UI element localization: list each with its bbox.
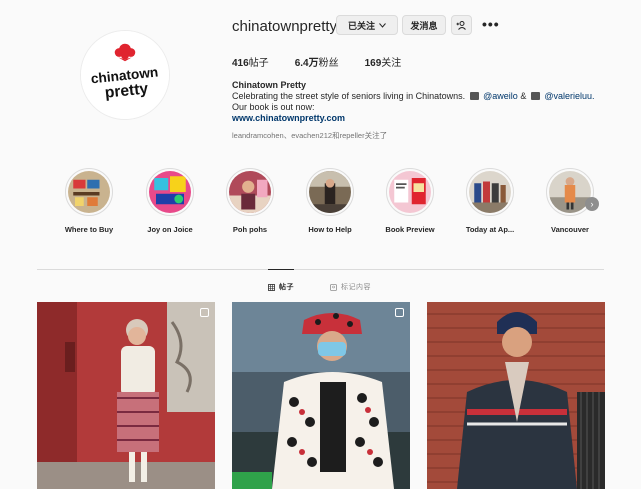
mention-valerieluu[interactable]: @valerieluu.: [544, 91, 594, 101]
post-thumbnail[interactable]: [427, 302, 605, 489]
tab-tagged-label: 标记内容: [341, 284, 371, 291]
tag-icon: [330, 283, 337, 291]
highlight-poh-pohs[interactable]: Poh pohs: [215, 168, 285, 234]
tab-posts-label: 帖子: [279, 284, 294, 291]
tabs-divider: [37, 269, 604, 270]
highlight-label: Where to Buy: [64, 225, 114, 234]
following-count[interactable]: 169关注: [365, 54, 402, 69]
chinatown-pretty-logo: chinatown pretty: [81, 31, 169, 119]
followed-by-text[interactable]: leandramcohen、evachen212和repeller关注了: [232, 130, 387, 141]
post-image-woman-red-wall: [37, 302, 215, 489]
highlight-label: Poh pohs: [232, 225, 268, 234]
followers-count[interactable]: 6.4万粉丝: [295, 54, 339, 69]
posts-count[interactable]: 416帖子: [232, 54, 269, 69]
multiple-images-icon: [395, 308, 404, 317]
highlight-how-to-help[interactable]: How to Help: [295, 168, 365, 234]
highlight-label: Vancouver: [551, 225, 589, 234]
highlight-book-preview[interactable]: Book Preview: [375, 168, 445, 234]
gallery-thumbnail-icon: [469, 171, 511, 213]
multiple-images-icon: [200, 308, 209, 317]
highlight-today-at-ap[interactable]: Today at Ap...: [455, 168, 525, 234]
street-thumbnail-icon: [309, 171, 351, 213]
book-thumbnail-icon: [389, 171, 431, 213]
profile-stats: 416帖子 6.4万粉丝 169关注: [232, 54, 401, 69]
chevron-down-icon: [379, 22, 386, 28]
memo-emoji-icon: [530, 92, 540, 100]
profile-display-name: Chinatown Pretty: [232, 80, 307, 90]
bio-description: Celebrating the street style of seniors …: [232, 91, 595, 101]
add-user-icon: [456, 20, 466, 30]
bio-book-line: Our book is out now:: [232, 102, 315, 112]
more-horizontal-icon[interactable]: •••: [482, 16, 500, 32]
highlight-where-to-buy[interactable]: Where to Buy: [54, 168, 124, 234]
profile-avatar[interactable]: chinatown pretty: [80, 30, 170, 120]
portrait-thumbnail-icon: [229, 171, 271, 213]
tab-posts[interactable]: 帖子: [268, 282, 294, 292]
following-button-label: 已关注: [347, 20, 375, 31]
post-image-woman-polka-dot: [232, 302, 410, 489]
add-user-button[interactable]: [451, 15, 472, 35]
store-shelf-thumbnail-icon: [68, 171, 110, 213]
active-tab-indicator: [268, 269, 294, 270]
highlight-joy-on-joice[interactable]: Joy on Joice: [135, 168, 205, 234]
highlight-label: Book Preview: [385, 225, 435, 234]
post-thumbnail[interactable]: [37, 302, 215, 489]
highlight-label: Today at Ap...: [465, 225, 515, 234]
colorful-graphic-thumbnail-icon: [149, 171, 191, 213]
tab-tagged[interactable]: 标记内容: [330, 282, 371, 292]
camera-emoji-icon: [469, 92, 479, 100]
mention-aweilo[interactable]: @aweilo: [483, 91, 518, 101]
highlight-label: How to Help: [308, 225, 352, 234]
chevron-right-icon[interactable]: ›: [585, 197, 599, 211]
highlight-label: Joy on Joice: [147, 225, 193, 234]
grid-icon: [268, 283, 275, 291]
message-button[interactable]: 发消息: [402, 15, 446, 35]
profile-username: chinatownpretty: [232, 18, 338, 35]
post-thumbnail[interactable]: [232, 302, 410, 489]
post-image-man-brick-wall: [427, 302, 605, 489]
story-highlights: Where to Buy Joy on Joice Poh pohs How t…: [60, 168, 620, 238]
website-link[interactable]: www.chinatownpretty.com: [232, 113, 345, 123]
following-button[interactable]: 已关注: [336, 15, 398, 35]
